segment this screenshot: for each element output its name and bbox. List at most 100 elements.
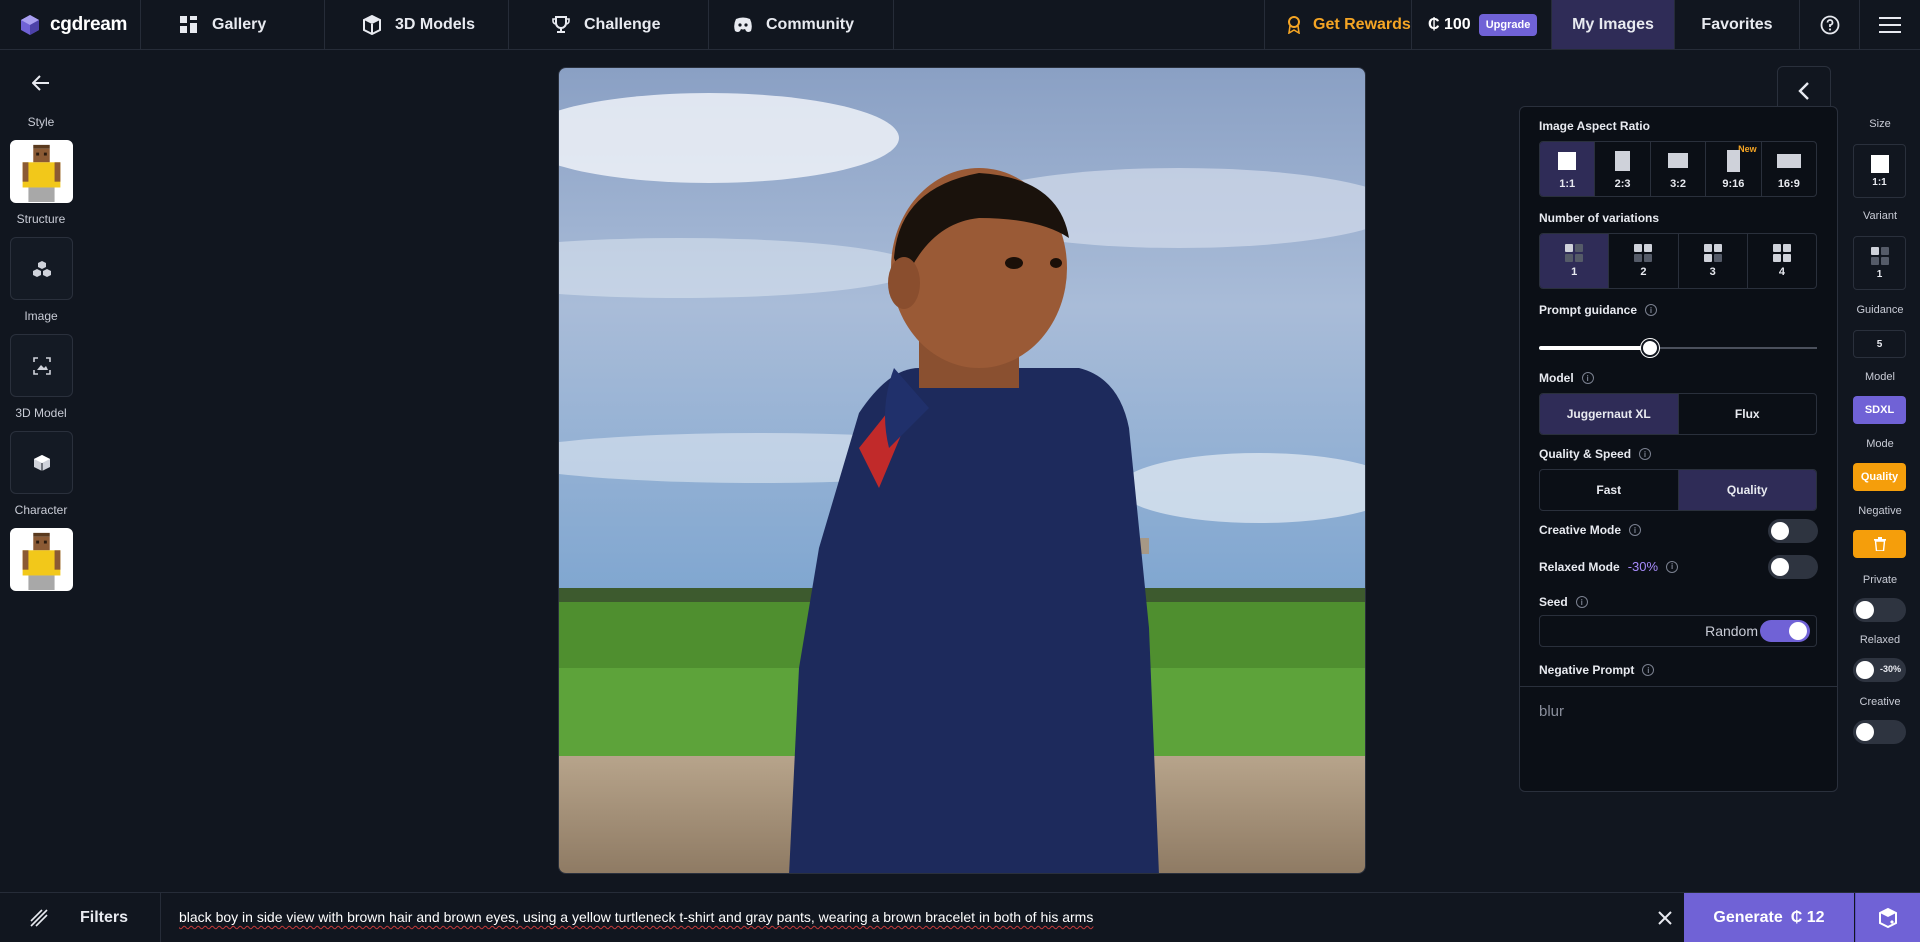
relaxed-mode-toggle[interactable] — [1768, 555, 1818, 579]
seed-random-toggle[interactable] — [1760, 620, 1810, 642]
model-option-juggernaut[interactable]: Juggernaut XL — [1540, 394, 1679, 434]
model-option-flux[interactable]: Flux — [1679, 394, 1817, 434]
variation-grid-icon — [1565, 244, 1584, 262]
creative-mode-toggle[interactable] — [1768, 519, 1818, 543]
model-summary-button[interactable]: SDXL — [1853, 396, 1906, 424]
clear-prompt-button[interactable] — [1652, 905, 1678, 931]
toggle-knob — [1771, 558, 1789, 576]
relaxed-toggle[interactable]: -30% — [1853, 658, 1906, 682]
nav-favorites[interactable]: Favorites — [1675, 0, 1800, 49]
mode-summary-button[interactable]: Quality — [1853, 463, 1906, 491]
prompt-input[interactable]: black boy in side view with brown hair a… — [179, 909, 1093, 925]
seed-title: Seed i — [1539, 595, 1588, 609]
character-thumbnail[interactable] — [10, 528, 73, 591]
variation-option-3[interactable]: 3 — [1679, 234, 1748, 288]
variation-label: 3 — [1709, 266, 1716, 278]
variation-grid-icon — [1870, 246, 1889, 265]
nav-community-label: Community — [766, 15, 854, 33]
ratio-option-9-16[interactable]: New 9:16 — [1706, 142, 1762, 196]
image-frame-icon — [32, 356, 51, 375]
character-avatar-icon — [11, 529, 72, 590]
info-icon[interactable]: i — [1575, 596, 1588, 608]
left-sidebar: Style Structure Image 3D Model Character — [0, 50, 82, 892]
get-rewards-button[interactable]: Get Rewards — [1265, 0, 1412, 49]
menu-button[interactable] — [1860, 0, 1920, 49]
variations-selector: 1 2 3 4 — [1539, 233, 1817, 289]
variant-value: 1 — [1876, 268, 1883, 280]
variation-option-1[interactable]: 1 — [1540, 234, 1610, 288]
help-button[interactable] — [1800, 0, 1860, 49]
guidance-label: Guidance — [1856, 304, 1904, 316]
prompt-guidance-title-text: Prompt guidance — [1539, 303, 1638, 317]
trophy-icon — [550, 14, 572, 36]
variation-option-4[interactable]: 4 — [1748, 234, 1816, 288]
generate-options-button[interactable] — [1855, 893, 1920, 942]
prompt-bar: Filters black boy in side view with brow… — [0, 892, 1920, 942]
info-icon[interactable]: i — [1629, 524, 1642, 536]
model-label: Model — [1865, 371, 1895, 383]
variant-summary-button[interactable]: 1 — [1853, 236, 1906, 290]
relaxed-label: Relaxed — [1859, 634, 1901, 646]
info-icon[interactable]: i — [1645, 304, 1658, 316]
size-summary-button[interactable]: 1:1 — [1853, 144, 1906, 198]
info-icon[interactable]: i — [1581, 372, 1594, 384]
image-upload[interactable] — [10, 334, 73, 397]
size-label: Size — [1869, 118, 1891, 130]
logo[interactable]: cgdream — [0, 0, 141, 49]
structure-upload[interactable] — [10, 237, 73, 300]
credits-display[interactable]: ₵ 100 Upgrade — [1412, 0, 1552, 49]
ratio-label: 2:3 — [1614, 178, 1631, 190]
cube-icon — [361, 14, 383, 36]
3d-model-upload[interactable] — [10, 431, 73, 494]
ratio-option-3-2[interactable]: 3:2 — [1651, 142, 1707, 196]
ratio-option-2-3[interactable]: 2:3 — [1595, 142, 1651, 196]
ratio-square-icon — [1558, 152, 1577, 170]
nav-community[interactable]: Community — [709, 0, 894, 49]
generate-label: Generate — [1713, 909, 1783, 926]
ratio-option-16-9[interactable]: 16:9 — [1762, 142, 1816, 196]
filters-button[interactable]: Filters — [0, 893, 161, 942]
upgrade-button[interactable]: Upgrade — [1478, 13, 1538, 36]
ratio-landscape-icon — [1668, 153, 1689, 168]
generate-button[interactable]: Generate ₵ 12 — [1684, 893, 1854, 942]
guidance-summary-button[interactable]: 5 — [1853, 330, 1906, 358]
variations-title: Number of variations — [1539, 211, 1659, 225]
discord-icon — [732, 14, 754, 36]
info-icon[interactable]: i — [1639, 448, 1652, 460]
back-button[interactable] — [28, 70, 54, 96]
generated-photo — [559, 68, 1365, 873]
nav-3d-models[interactable]: 3D Models — [325, 0, 509, 49]
quality-option-fast[interactable]: Fast — [1540, 470, 1679, 510]
nav-gallery[interactable]: Gallery — [141, 0, 325, 49]
gallery-icon — [178, 14, 200, 36]
ratio-label: 3:2 — [1670, 178, 1686, 190]
model-selector: Juggernaut XL Flux — [1539, 393, 1817, 435]
negative-prompt-input[interactable]: blur — [1539, 703, 1564, 720]
relaxed-mode-label: Relaxed Mode -30% i — [1539, 559, 1679, 574]
slider-handle[interactable] — [1641, 339, 1659, 357]
model-title-text: Model — [1539, 371, 1574, 385]
generated-image[interactable] — [558, 67, 1366, 874]
variation-option-2[interactable]: 2 — [1609, 234, 1679, 288]
hamburger-menu-icon — [1879, 16, 1901, 33]
nav-my-images[interactable]: My Images — [1552, 0, 1675, 49]
prompt-guidance-slider[interactable] — [1539, 339, 1817, 357]
info-icon[interactable]: i — [1642, 664, 1655, 676]
ratio-option-1-1[interactable]: 1:1 — [1540, 142, 1596, 196]
quality-option-quality[interactable]: Quality — [1678, 470, 1816, 510]
negative-summary-button[interactable] — [1853, 530, 1906, 558]
style-label: Style — [27, 115, 55, 129]
character-label: Character — [14, 503, 68, 517]
style-thumbnail[interactable] — [10, 140, 73, 203]
divider — [1520, 686, 1837, 687]
quality-speed-title-text: Quality & Speed — [1539, 447, 1632, 461]
app-name: cgdream — [50, 13, 128, 35]
cube-sparkle-icon — [1879, 907, 1897, 929]
toggle-knob — [1856, 601, 1874, 619]
creative-toggle[interactable] — [1853, 720, 1906, 744]
private-toggle[interactable] — [1853, 598, 1906, 622]
aspect-ratio-title-text: Image Aspect Ratio — [1539, 119, 1650, 133]
info-icon[interactable]: i — [1666, 560, 1679, 573]
nav-challenge[interactable]: Challenge — [509, 0, 709, 49]
seed-field[interactable]: Random — [1539, 615, 1817, 647]
